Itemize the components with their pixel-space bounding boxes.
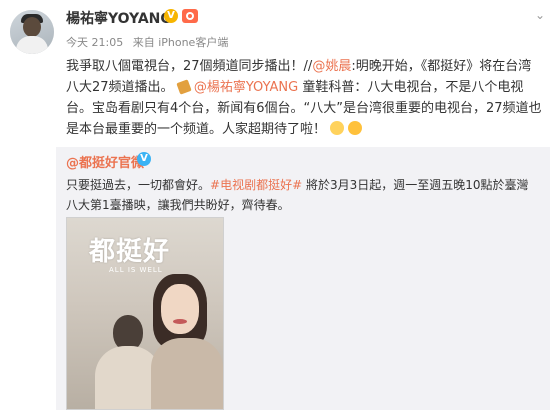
avatar-body xyxy=(16,36,48,54)
post-source[interactable]: 来自 iPhone客户端 xyxy=(133,36,229,49)
mention-link-1[interactable]: @姚晨 xyxy=(312,59,351,74)
repost-card: @都挺好官微 V 只要挺過去，一切都會好。#电视剧都挺好# 將於3月3日起，週一… xyxy=(56,147,550,410)
chevron-down-icon[interactable]: ⌄ xyxy=(535,8,545,22)
repost-text-1: 只要挺過去，一切都會好。 xyxy=(66,178,211,192)
post-content: 我爭取八個電視台，27個頻道同步播出！//@姚晨:明晚开始，《都挺好》将在台湾八… xyxy=(66,56,542,140)
weibo-post: 楊祐寧YOYANG V ⌄ 今天 21:05 来自 iPhone客户端 我爭取八… xyxy=(0,0,555,410)
post-time[interactable]: 今天 21:05 xyxy=(66,36,123,49)
post-text-line1a: 我爭取八個電視台，27個頻道同步播出！// xyxy=(66,59,313,74)
avatar[interactable] xyxy=(10,10,54,54)
repost-verified-icon: V xyxy=(137,152,151,166)
mention-link-2[interactable]: @楊祐寧YOYANG xyxy=(194,80,298,95)
clap-emoji-icon xyxy=(348,121,363,135)
trumpet-emoji-icon xyxy=(175,79,192,95)
repost-text: 只要挺過去，一切都會好。#电视剧都挺好# 將於3月3日起，週一至週五晚10點於臺… xyxy=(66,175,536,215)
woman-body xyxy=(151,338,223,409)
poster-title: 都挺好 xyxy=(89,237,171,267)
poster-subtitle: ALL IS WELL xyxy=(109,266,163,274)
woman-lip xyxy=(173,319,187,324)
poster-image[interactable]: 都挺好 ALL IS WELL xyxy=(66,217,224,410)
username[interactable]: 楊祐寧YOYANG xyxy=(66,8,172,28)
post-meta: 今天 21:05 来自 iPhone客户端 xyxy=(66,34,234,50)
smile-emoji-icon xyxy=(330,121,345,135)
repost-account[interactable]: @都挺好官微 xyxy=(66,152,144,171)
woman-face xyxy=(161,284,199,334)
avatar-head xyxy=(23,17,41,37)
repost-account-label[interactable]: @都挺好官微 xyxy=(66,156,144,171)
member-rank-icon[interactable] xyxy=(182,9,198,23)
verified-icon: V xyxy=(164,9,178,23)
hashtag-link[interactable]: #电视剧都挺好# xyxy=(210,178,302,192)
